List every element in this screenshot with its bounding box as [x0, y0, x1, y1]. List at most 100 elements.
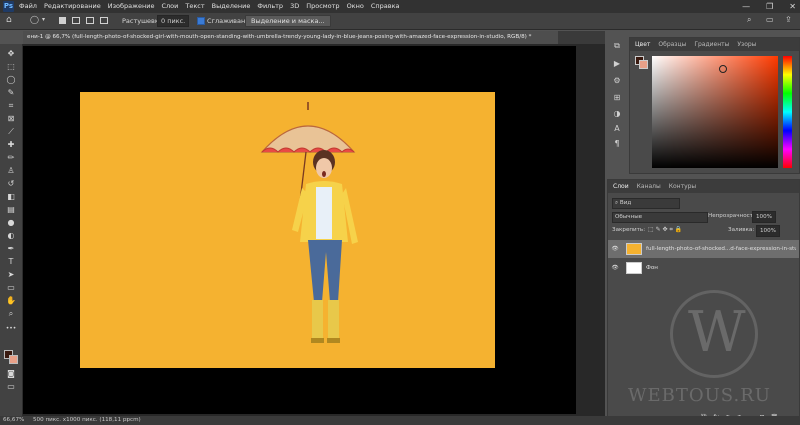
- watermark-text: WEBTOUS.RU: [628, 385, 771, 406]
- status-arrow-icon[interactable]: ›: [126, 416, 128, 425]
- menu-bar: Ps Файл Редактирование Изображение Слои …: [0, 0, 800, 13]
- quick-mask-icon[interactable]: ◙: [3, 368, 19, 379]
- frame-tool-icon[interactable]: ⊠: [3, 113, 19, 124]
- document-title: ени-1 @ 66,7% (full-length-photo-of-shoc…: [27, 34, 532, 40]
- layer-name: Фон: [646, 265, 658, 271]
- blend-mode-select[interactable]: Обычные: [612, 212, 708, 223]
- blur-tool-icon[interactable]: ●: [3, 217, 19, 228]
- layer-row-background[interactable]: 👁 Фон: [608, 259, 799, 277]
- photo-image: [80, 92, 495, 368]
- layer-row-photo[interactable]: 👁 full-length-photo-of-shocked...d-face-…: [608, 240, 799, 258]
- status-bar: 66,67% 500 пикс. x1000 пикс. (118,11 ppc…: [0, 416, 800, 425]
- main-menu: Файл Редактирование Изображение Слои Тек…: [19, 0, 399, 13]
- layers-panel-tabs: Слои Каналы Контуры: [608, 180, 799, 193]
- paragraph-icon[interactable]: ¶: [610, 139, 624, 149]
- new-selection-icon[interactable]: [59, 17, 66, 24]
- history-brush-tool-icon[interactable]: ↺: [3, 178, 19, 189]
- screen-mode-icon[interactable]: ▭: [3, 381, 19, 392]
- workspace-icon[interactable]: ▭: [766, 15, 774, 24]
- search-icon[interactable]: ⌕: [747, 15, 751, 25]
- clone-stamp-tool-icon[interactable]: ♙: [3, 165, 19, 176]
- visibility-eye-icon[interactable]: 👁: [608, 246, 622, 252]
- layer-name: full-length-photo-of-shocked...d-face-ex…: [646, 246, 796, 252]
- move-tool-icon[interactable]: ✥: [3, 48, 19, 59]
- options-bar: ⌂ ◯ ▾ Растушевка: 0 пикс. Сглаживание Вы…: [0, 13, 800, 30]
- hue-slider[interactable]: [783, 56, 792, 168]
- menu-help[interactable]: Справка: [371, 0, 400, 13]
- color-field[interactable]: [652, 56, 778, 168]
- home-icon[interactable]: ⌂: [6, 15, 12, 25]
- tab-layers[interactable]: Слои: [613, 183, 629, 190]
- tab-gradients[interactable]: Градиенты: [694, 41, 729, 48]
- menu-filter[interactable]: Фильтр: [257, 0, 283, 13]
- adjustments-icon[interactable]: ◑: [610, 109, 624, 119]
- share-icon[interactable]: ⇪: [785, 15, 792, 24]
- layer-thumbnail: [626, 243, 642, 255]
- lasso-tool-icon[interactable]: ◯: [30, 15, 39, 24]
- tab-swatches[interactable]: Образцы: [658, 41, 686, 48]
- zoom-level[interactable]: 66,67%: [3, 416, 24, 425]
- document-tab[interactable]: ени-1 @ 66,7% (full-length-photo-of-shoc…: [23, 31, 558, 44]
- hand-tool-icon[interactable]: ✋: [3, 295, 19, 306]
- eyedropper-tool-icon[interactable]: ⟋: [3, 126, 19, 137]
- maximize-button[interactable]: ❐: [766, 0, 773, 13]
- minimize-button[interactable]: —: [742, 0, 750, 13]
- gradient-tool-icon[interactable]: ▤: [3, 204, 19, 215]
- close-button[interactable]: ✕: [789, 0, 796, 13]
- libraries-icon[interactable]: ⊞: [610, 93, 624, 103]
- character-icon[interactable]: A: [610, 124, 624, 134]
- visibility-eye-icon[interactable]: 👁: [608, 265, 622, 271]
- tab-patterns[interactable]: Узоры: [737, 41, 756, 48]
- brush-tool-icon[interactable]: ✏: [3, 152, 19, 163]
- subtract-selection-icon[interactable]: [86, 17, 94, 24]
- window-controls: — ❐ ✕: [742, 0, 796, 13]
- menu-select[interactable]: Выделение: [212, 0, 251, 13]
- fill-label: Заливка:: [728, 227, 755, 233]
- feather-input[interactable]: 0 пикс.: [157, 15, 190, 27]
- menu-view[interactable]: Просмотр: [306, 0, 339, 13]
- menu-window[interactable]: Окно: [347, 0, 364, 13]
- select-and-mask-button[interactable]: Выделение и маска...: [245, 15, 331, 27]
- menu-image[interactable]: Изображение: [108, 0, 155, 13]
- quick-selection-tool-icon[interactable]: ✎: [3, 87, 19, 98]
- rectangle-tool-icon[interactable]: ▭: [3, 282, 19, 293]
- filter-label: Вид: [619, 200, 632, 206]
- eraser-tool-icon[interactable]: ◧: [3, 191, 19, 202]
- photo-layer[interactable]: [80, 92, 495, 368]
- intersect-selection-icon[interactable]: [100, 17, 108, 24]
- lock-icons[interactable]: ⬚ ✎ ✥ ⌗ 🔒: [648, 226, 682, 234]
- crop-tool-icon[interactable]: ⌗: [3, 100, 19, 111]
- path-selection-tool-icon[interactable]: ➤: [3, 269, 19, 280]
- play-action-icon[interactable]: ▶: [610, 59, 624, 69]
- watermark-letter: W: [688, 300, 746, 365]
- dodge-tool-icon[interactable]: ◐: [3, 230, 19, 241]
- add-selection-icon[interactable]: [72, 17, 80, 24]
- menu-file[interactable]: Файл: [19, 0, 37, 13]
- tab-color[interactable]: Цвет: [635, 41, 650, 48]
- marquee-tool-icon[interactable]: ⬚: [3, 61, 19, 72]
- document-size: 500 пикс. x1000 пикс. (118,11 ppcm): [33, 417, 141, 423]
- properties-icon[interactable]: ⚙: [610, 76, 624, 86]
- antialias-checkbox[interactable]: [197, 17, 205, 25]
- menu-3d[interactable]: 3D: [290, 0, 299, 13]
- type-tool-icon[interactable]: T: [3, 256, 19, 267]
- history-icon[interactable]: ⧉: [610, 41, 624, 51]
- panel-background-swatch[interactable]: [639, 60, 648, 69]
- background-color-swatch[interactable]: [9, 355, 18, 364]
- opacity-input[interactable]: 100%: [752, 211, 776, 223]
- menu-type[interactable]: Текст: [185, 0, 204, 13]
- layer-filter-select[interactable]: ⌕ Вид: [612, 198, 680, 209]
- pen-tool-icon[interactable]: ✒: [3, 243, 19, 254]
- color-picker-cursor[interactable]: [719, 65, 727, 73]
- chevron-down-icon[interactable]: ▾: [42, 16, 45, 23]
- lock-label: Закрепить:: [612, 227, 646, 233]
- healing-brush-tool-icon[interactable]: ✚: [3, 139, 19, 150]
- fill-input[interactable]: 100%: [756, 225, 780, 237]
- more-tools-icon[interactable]: •••: [3, 323, 19, 334]
- menu-edit[interactable]: Редактирование: [44, 0, 101, 13]
- tab-channels[interactable]: Каналы: [637, 183, 661, 190]
- tab-paths[interactable]: Контуры: [669, 183, 696, 190]
- zoom-tool-icon[interactable]: ⌕: [3, 308, 19, 319]
- lasso-tool-icon[interactable]: ◯: [3, 74, 19, 85]
- menu-layers[interactable]: Слои: [161, 0, 178, 13]
